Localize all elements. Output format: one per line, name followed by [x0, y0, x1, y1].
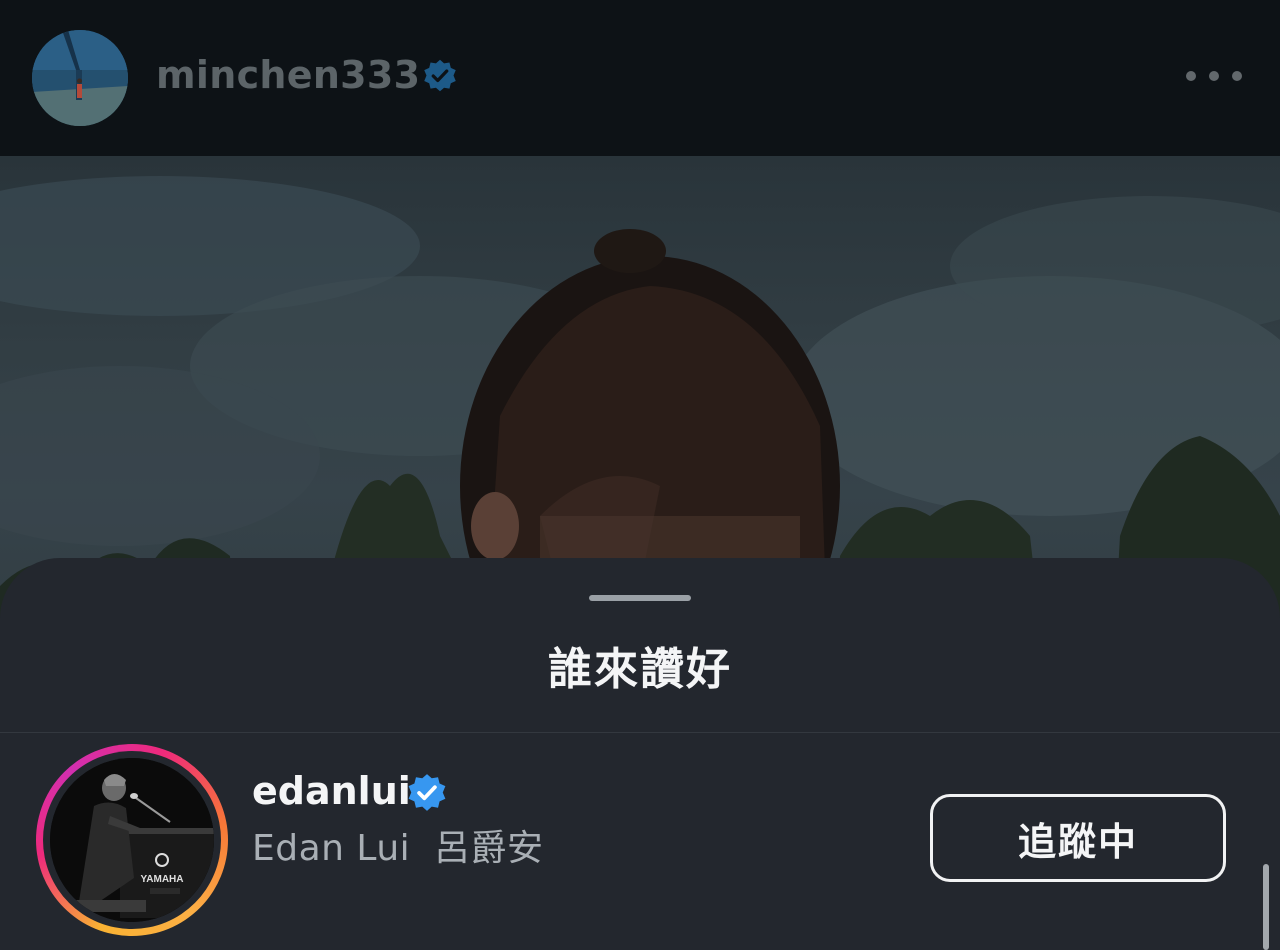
liker-username[interactable]: edanlui	[252, 768, 411, 814]
more-dot-icon	[1186, 71, 1196, 81]
story-ring[interactable]: YAMAHA	[36, 744, 228, 936]
more-dot-icon	[1209, 71, 1219, 81]
post-header: minchen333	[0, 0, 1280, 156]
liker-full-name: Edan Lui 呂爵安	[252, 828, 544, 869]
post-author-username[interactable]: minchen333	[156, 52, 420, 98]
liker-avatar: YAMAHA	[50, 758, 214, 922]
likes-screen: minchen333 誰來讚好 YAMAHA edanlui Edan Lui …	[0, 0, 1280, 950]
verified-badge-icon	[424, 59, 456, 92]
following-button[interactable]: 追蹤中	[930, 794, 1226, 882]
likes-sheet: 誰來讚好 YAMAHA edanlui Edan Lui 呂爵安 追蹤中	[0, 558, 1280, 950]
verified-badge-icon	[408, 774, 446, 811]
more-options-icon[interactable]	[1186, 60, 1242, 92]
post-author-avatar[interactable]	[32, 30, 128, 126]
divider	[0, 732, 1280, 733]
more-dot-icon	[1232, 71, 1242, 81]
liker-row[interactable]: YAMAHA edanlui Edan Lui 呂爵安 追蹤中	[0, 734, 1280, 950]
scrollbar[interactable]	[1263, 864, 1269, 950]
sheet-title: 誰來讚好	[548, 644, 732, 695]
svg-text:YAMAHA: YAMAHA	[141, 874, 184, 885]
post-author-avatar-image	[32, 30, 128, 126]
liker-avatar-image: YAMAHA	[50, 758, 214, 922]
sheet-drag-handle[interactable]	[589, 595, 691, 601]
